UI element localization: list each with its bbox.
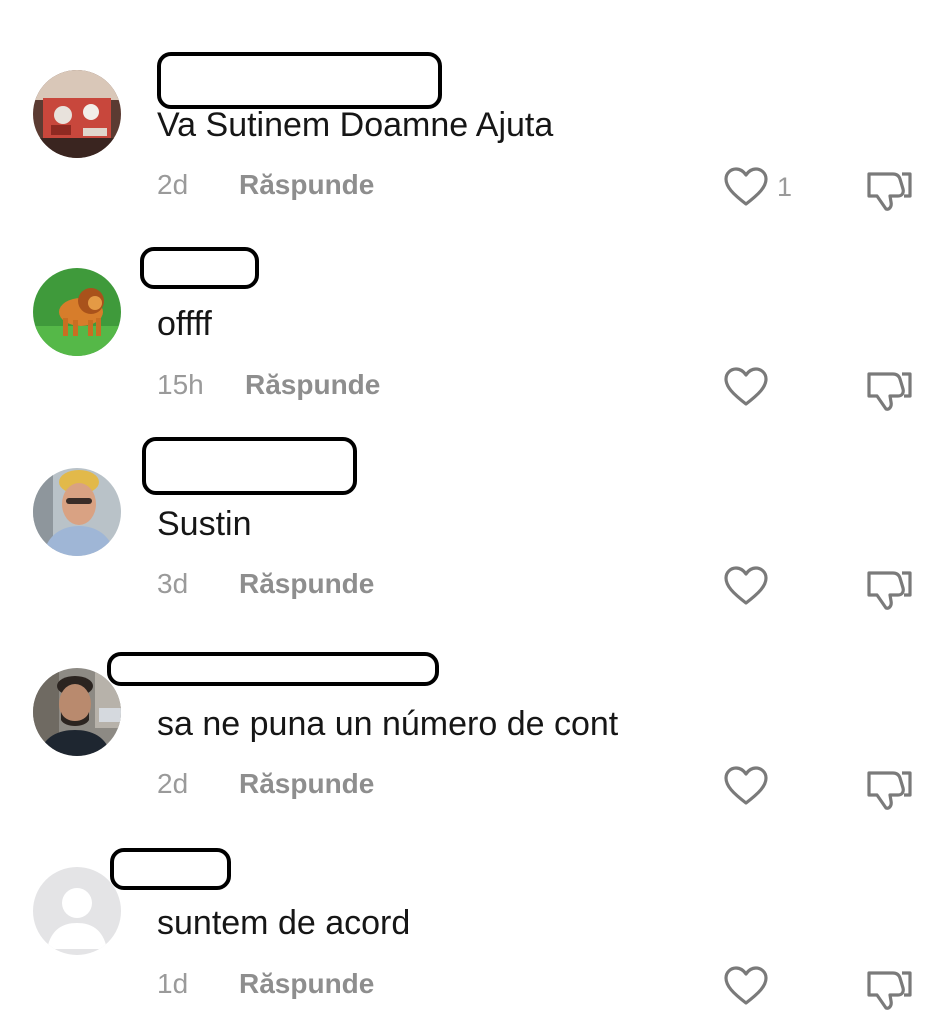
username-redaction xyxy=(157,52,442,109)
dislike-button[interactable] xyxy=(864,966,914,1010)
user-avatar[interactable] xyxy=(33,268,121,356)
reply-button[interactable]: Răspunde xyxy=(239,567,374,601)
like-button[interactable] xyxy=(723,965,769,1007)
reply-button[interactable]: Răspunde xyxy=(239,967,374,1001)
thumbs-down-outline-icon xyxy=(867,971,912,1010)
reply-button[interactable]: Răspunde xyxy=(239,767,374,801)
comment-item: Va Sutinem Doamne Ajuta 2d Răspunde 1 xyxy=(0,0,945,211)
username-redaction xyxy=(142,437,357,495)
username-redaction xyxy=(107,652,439,686)
comment-item: offff 15h Răspunde xyxy=(0,200,945,411)
heart-outline-icon xyxy=(724,966,768,1005)
like-count: 1 xyxy=(777,172,793,202)
comment-timestamp: 3d xyxy=(157,568,189,599)
comment-item: sa ne puna un número de cont 2d Răspunde xyxy=(0,600,945,810)
comment-text: suntem de acord xyxy=(157,904,411,942)
comment-item: Sustin 3d Răspunde xyxy=(0,400,945,610)
reply-button[interactable]: Răspunde xyxy=(239,168,374,202)
comment-text: sa ne puna un número de cont xyxy=(157,705,619,743)
reply-button[interactable]: Răspunde xyxy=(245,368,380,402)
comment-text: Va Sutinem Doamne Ajuta xyxy=(157,106,554,144)
comment-timestamp: 15h xyxy=(157,369,204,400)
comment-timestamp: 2d xyxy=(157,768,189,799)
user-avatar[interactable] xyxy=(33,668,121,756)
user-avatar[interactable] xyxy=(33,468,121,556)
comment-text: Sustin xyxy=(157,505,252,543)
user-avatar[interactable] xyxy=(33,70,121,158)
comment-timestamp: 2d xyxy=(157,169,189,200)
user-avatar[interactable] xyxy=(33,867,121,955)
comment-timestamp: 1d xyxy=(157,968,189,999)
comment-text: offff xyxy=(157,305,212,343)
username-redaction xyxy=(110,848,231,890)
comment-item: suntem de acord 1d Răspunde xyxy=(0,800,945,1010)
username-redaction xyxy=(140,247,259,289)
default-avatar-icon xyxy=(33,867,121,955)
